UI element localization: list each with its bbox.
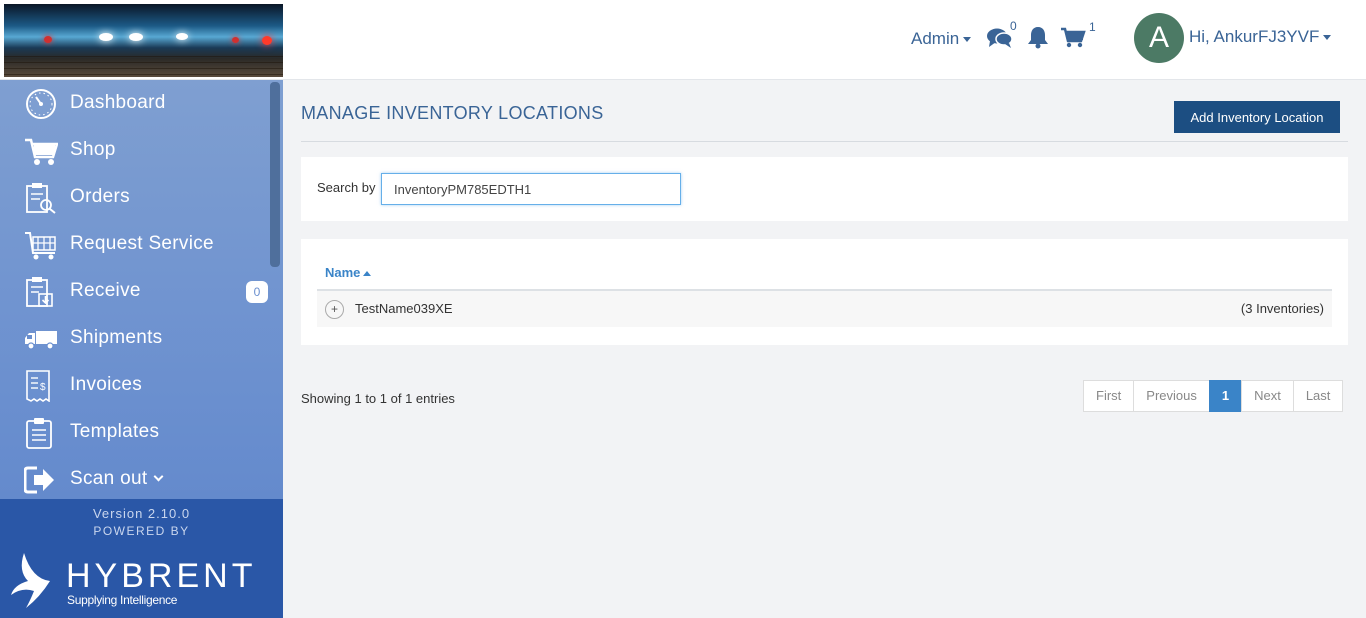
- request-service-icon: [24, 229, 58, 261]
- messages-count: 0: [1010, 19, 1017, 33]
- hybrent-logo-icon: [10, 551, 52, 609]
- sidebar-item-label: Orders: [70, 186, 130, 207]
- caret-down-icon: [1323, 35, 1332, 41]
- sidebar: Dashboard Shop Orders Request Service Re…: [0, 80, 283, 618]
- sidebar-item-receive[interactable]: Receive 0: [0, 268, 268, 315]
- powered-by-text: POWERED BY: [93, 524, 190, 538]
- search-label: Search by: [317, 180, 376, 195]
- bell-icon[interactable]: [1027, 25, 1049, 53]
- sidebar-footer: Version 2.10.0 POWERED BY HYBRENT Supply…: [0, 499, 283, 618]
- invoice-icon: $: [24, 370, 58, 403]
- sidebar-item-label: Request Service: [70, 233, 214, 254]
- caret-down-icon: [963, 37, 972, 43]
- page-previous-button[interactable]: Previous: [1133, 380, 1210, 412]
- sidebar-item-dashboard[interactable]: Dashboard: [0, 80, 268, 127]
- admin-label: Admin: [911, 29, 960, 48]
- page-title: MANAGE INVENTORY LOCATIONS: [301, 103, 604, 123]
- version-text: Version 2.10.0: [92, 506, 191, 521]
- sidebar-item-templates[interactable]: Templates: [0, 409, 268, 456]
- truck-icon: [24, 323, 58, 355]
- cart-icon[interactable]: [1060, 27, 1086, 53]
- inventory-count: (3 Inventories): [1240, 301, 1324, 316]
- sidebar-item-invoices[interactable]: $ Invoices: [0, 362, 268, 409]
- column-header-label: Name: [325, 265, 361, 280]
- add-inventory-location-button[interactable]: Add Inventory Location: [1174, 101, 1340, 133]
- header-banner-image: [4, 4, 283, 77]
- title-divider: [301, 141, 1348, 142]
- receive-count-badge: 0: [246, 281, 268, 303]
- location-name: TestName039XE: [355, 301, 453, 316]
- pagination: First Previous 1 Next Last: [1083, 380, 1344, 412]
- page-last-button[interactable]: Last: [1292, 380, 1344, 412]
- entries-info: Showing 1 to 1 of 1 entries: [301, 391, 455, 406]
- column-header-name[interactable]: Name: [325, 265, 372, 280]
- page-first-button[interactable]: First: [1083, 380, 1135, 412]
- cart-icon: [24, 135, 59, 167]
- sidebar-item-shop[interactable]: Shop: [0, 127, 268, 174]
- page-current-button[interactable]: 1: [1208, 380, 1243, 412]
- dashboard-icon: [24, 88, 58, 120]
- sidebar-item-scan-out[interactable]: Scan out: [0, 456, 268, 503]
- sidebar-item-request-service[interactable]: Request Service: [0, 221, 268, 268]
- search-input[interactable]: [381, 173, 681, 205]
- sidebar-item-label: Receive: [70, 280, 141, 301]
- sidebar-item-label: Templates: [70, 421, 160, 442]
- user-menu-dropdown[interactable]: Hi, AnkurFJ3YVF: [1189, 27, 1332, 47]
- inventory-locations-table: Name + TestName039XE (3 Inventories): [301, 239, 1348, 345]
- sidebar-scrollbar[interactable]: [270, 82, 280, 267]
- scan-out-icon: [23, 464, 58, 496]
- sidebar-item-label: Shipments: [70, 327, 163, 348]
- svg-text:$: $: [40, 382, 46, 393]
- sidebar-item-label: Invoices: [70, 374, 143, 395]
- brand-name: HYBRENT: [66, 557, 257, 595]
- sidebar-item-label: Shop: [70, 139, 116, 160]
- avatar[interactable]: A: [1134, 13, 1184, 63]
- sort-ascending-icon: [363, 271, 372, 277]
- cart-count: 1: [1089, 20, 1096, 34]
- user-greeting: Hi, AnkurFJ3YVF: [1189, 27, 1320, 46]
- top-header: Admin 0 1 A Hi, AnkurFJ3YVF: [0, 0, 1366, 80]
- receive-icon: [24, 276, 58, 308]
- templates-icon: [24, 417, 58, 449]
- table-row[interactable]: + TestName039XE (3 Inventories): [317, 291, 1332, 327]
- search-panel: Search by: [301, 157, 1348, 221]
- chevron-down-icon: [153, 471, 164, 482]
- sidebar-item-orders[interactable]: Orders: [0, 174, 268, 221]
- sidebar-item-label: Scan out: [70, 468, 164, 490]
- expand-row-icon[interactable]: +: [325, 300, 344, 319]
- orders-icon: [24, 182, 58, 214]
- scan-out-label: Scan out: [70, 468, 148, 489]
- sidebar-item-shipments[interactable]: Shipments: [0, 315, 268, 362]
- sidebar-item-label: Dashboard: [70, 92, 166, 113]
- brand-tagline: Supplying Intelligence: [67, 593, 178, 607]
- page-next-button[interactable]: Next: [1241, 380, 1294, 412]
- admin-menu-dropdown[interactable]: Admin: [911, 29, 972, 49]
